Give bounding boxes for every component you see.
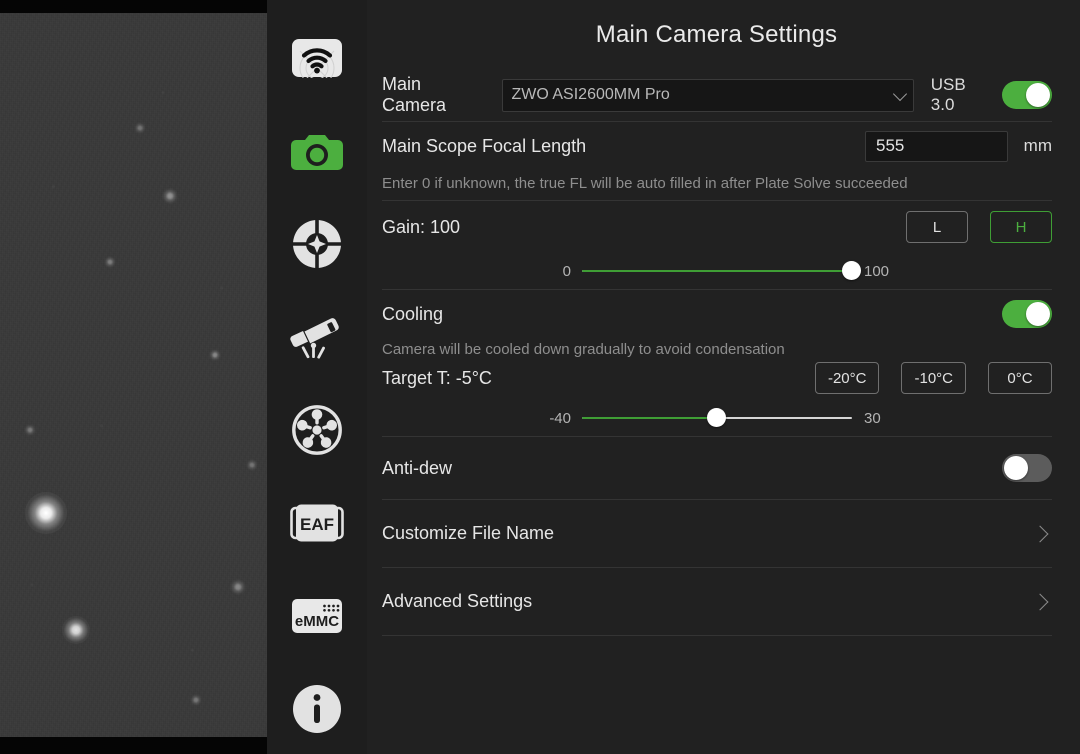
cooling-preset-zero[interactable]: 0°C [988, 362, 1052, 394]
gain-slider-min-label: 0 [562, 262, 571, 280]
chevron-right-icon [1031, 593, 1049, 610]
chevron-down-icon [892, 86, 907, 102]
sidebar-item-guiding[interactable] [291, 218, 343, 270]
emmc-icon: eMMC [291, 596, 343, 636]
cooling-slider-thumb[interactable] [707, 408, 726, 427]
preview-top-bar [0, 0, 267, 13]
sidebar-item-main-camera[interactable] [291, 125, 343, 177]
cooling-slider[interactable] [582, 408, 852, 427]
gain-slider-thumb[interactable] [842, 261, 861, 280]
svg-text:eMMC: eMMC [295, 613, 339, 630]
telescope-icon [290, 314, 344, 360]
preview-noise-overlay [0, 13, 267, 737]
row-anti-dew: Anti-dew [382, 437, 1052, 500]
focal-length-unit: mm [1023, 136, 1052, 155]
filter-wheel-icon [291, 404, 343, 456]
cooling-preset-minus20[interactable]: -20°C [814, 362, 880, 394]
page-title: Main Camera Settings [595, 21, 838, 48]
crosshair-icon [291, 218, 343, 270]
main-camera-label: Main Camera [382, 74, 447, 115]
chevron-right-icon [1031, 525, 1049, 542]
cooling-toggle[interactable] [1002, 300, 1052, 328]
gain-slider-fill [582, 270, 852, 272]
cooling-slider-min-label: -40 [549, 409, 571, 427]
info-icon [292, 684, 342, 734]
cooling-slider-row: -40 30 [382, 400, 1052, 436]
gain-label: Gain: 100 [382, 216, 461, 237]
gain-slider[interactable] [582, 261, 861, 280]
row-gain: Gain: 100 L H 0 100 [382, 201, 1052, 290]
sidebar-item-info[interactable] [291, 683, 343, 735]
row-customize-file-name[interactable]: Customize File Name [382, 500, 1052, 568]
live-preview-pane[interactable] [0, 0, 267, 754]
app-root: EAF eMMC Main Camera Settings Main Camer… [0, 0, 1080, 754]
camera-icon [291, 129, 343, 173]
main-camera-selected-value: ZWO ASI2600MM Pro [511, 86, 670, 103]
cooling-label: Cooling [382, 303, 444, 324]
svg-text:EAF: EAF [300, 515, 334, 534]
customize-file-name-label: Customize File Name [382, 523, 555, 543]
divider [382, 635, 1052, 636]
sidebar-item-filter-wheel[interactable] [291, 404, 343, 456]
row-cooling: Cooling Camera will be cooled down gradu… [382, 290, 1052, 437]
cooling-slider-max-label: 30 [864, 409, 881, 427]
cooling-target-label: Target T: -5°C [382, 367, 492, 388]
usb3-toggle-knob [1026, 83, 1050, 107]
focal-length-hint: Enter 0 if unknown, the true FL will be … [382, 174, 908, 192]
eaf-icon: EAF [290, 503, 344, 543]
preview-bottom-bar [0, 737, 267, 754]
sidebar-item-emmc[interactable]: eMMC [291, 590, 343, 642]
anti-dew-toggle[interactable] [1002, 454, 1052, 482]
advanced-settings-label: Advanced Settings [382, 591, 533, 611]
device-sidebar: EAF eMMC [267, 0, 367, 754]
anti-dew-label: Anti-dew [382, 457, 453, 478]
sidebar-item-mount[interactable] [290, 311, 344, 363]
row-focal-length: Main Scope Focal Length 555 mm Enter 0 i… [382, 122, 1052, 201]
cooling-preset-minus10[interactable]: -10°C [901, 362, 966, 394]
sidebar-item-eaf[interactable]: EAF [290, 497, 344, 549]
focal-length-label: Main Scope Focal Length [382, 135, 587, 156]
focal-length-input[interactable]: 555 [865, 130, 1008, 162]
row-main-camera: Main Camera ZWO ASI2600MM Pro USB 3.0 [382, 69, 1052, 122]
gain-slider-row: 0 100 [382, 253, 1052, 289]
cooling-toggle-knob [1026, 302, 1050, 326]
anti-dew-toggle-knob [1004, 456, 1028, 480]
settings-rows: Main Camera ZWO ASI2600MM Pro USB 3.0 Ma… [367, 69, 1066, 636]
gain-high-button[interactable]: H [990, 211, 1052, 243]
gain-low-button[interactable]: L [906, 211, 968, 243]
settings-panel: Main Camera Settings Main Camera ZWO ASI… [367, 0, 1080, 754]
cooling-slider-fill [582, 417, 717, 419]
cooling-hint: Camera will be cooled down gradually to … [382, 340, 785, 358]
usb-label: USB 3.0 [930, 75, 966, 114]
wifi-icon [291, 38, 343, 78]
sidebar-item-wifi[interactable] [291, 32, 343, 84]
usb3-toggle[interactable] [1002, 81, 1052, 109]
row-advanced-settings[interactable]: Advanced Settings [382, 568, 1052, 636]
live-preview-image[interactable] [0, 13, 267, 737]
main-camera-select[interactable]: ZWO ASI2600MM Pro [501, 78, 914, 112]
